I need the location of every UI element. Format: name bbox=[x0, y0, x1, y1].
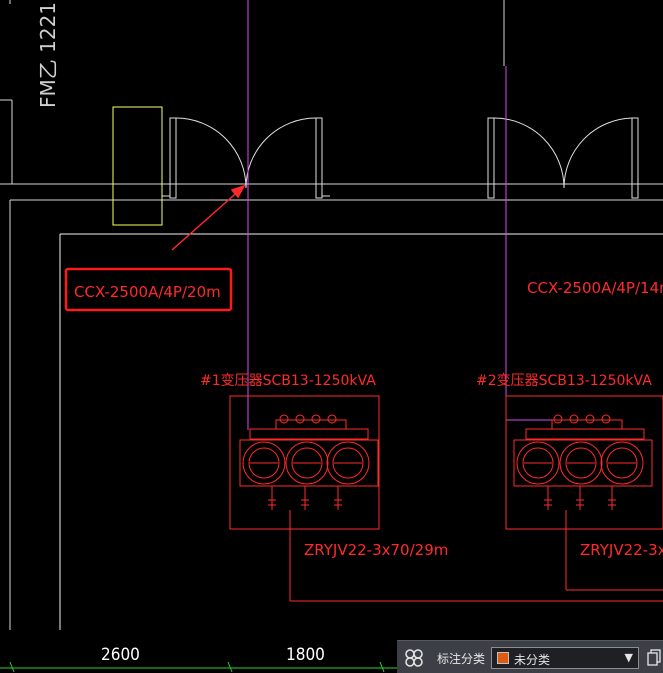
door-tag-vertical: FM乙 1221 bbox=[36, 2, 60, 108]
busway-lines bbox=[247, 0, 560, 430]
transformer1-label: #1变压器SCB13-1250kVA bbox=[200, 373, 376, 389]
copy-icon[interactable] bbox=[647, 648, 661, 668]
transformer2-label: #2变压器SCB13-1250kVA bbox=[476, 373, 652, 389]
dimension-2600: 2600 bbox=[101, 645, 140, 665]
chevron-down-icon: ▼ bbox=[624, 651, 633, 664]
annotation-toolbar: 标注分类 未分类 ▼ bbox=[397, 640, 663, 673]
transformer1-symbol bbox=[229, 395, 380, 601]
callout-arrow bbox=[171, 184, 246, 251]
annotation-category-select[interactable]: 未分类 ▼ bbox=[491, 647, 639, 669]
door-right bbox=[487, 117, 639, 199]
dimension-1800: 1800 bbox=[286, 645, 325, 665]
yellow-cabinet bbox=[112, 106, 163, 226]
grid-icon[interactable] bbox=[403, 647, 425, 669]
door-left bbox=[162, 117, 330, 199]
callout-left-text: CCX-2500A/4P/20m bbox=[74, 283, 221, 301]
callout-right-text: CCX-2500A/4P/14m bbox=[527, 279, 663, 297]
category-selected-text: 未分类 bbox=[514, 653, 551, 667]
category-color-swatch bbox=[497, 652, 509, 664]
cable1-label: ZRYJV22-3x70/29m bbox=[304, 541, 448, 559]
walls bbox=[0, 0, 663, 630]
cad-canvas[interactable]: FM乙 1221 CCX-2500A/4P/20m CCX-2500A/4P/1… bbox=[0, 0, 663, 673]
cable2-label: ZRYJV22-3x bbox=[580, 541, 663, 559]
annotation-category-label: 标注分类 bbox=[437, 652, 486, 666]
transformer2-symbol bbox=[505, 395, 663, 590]
